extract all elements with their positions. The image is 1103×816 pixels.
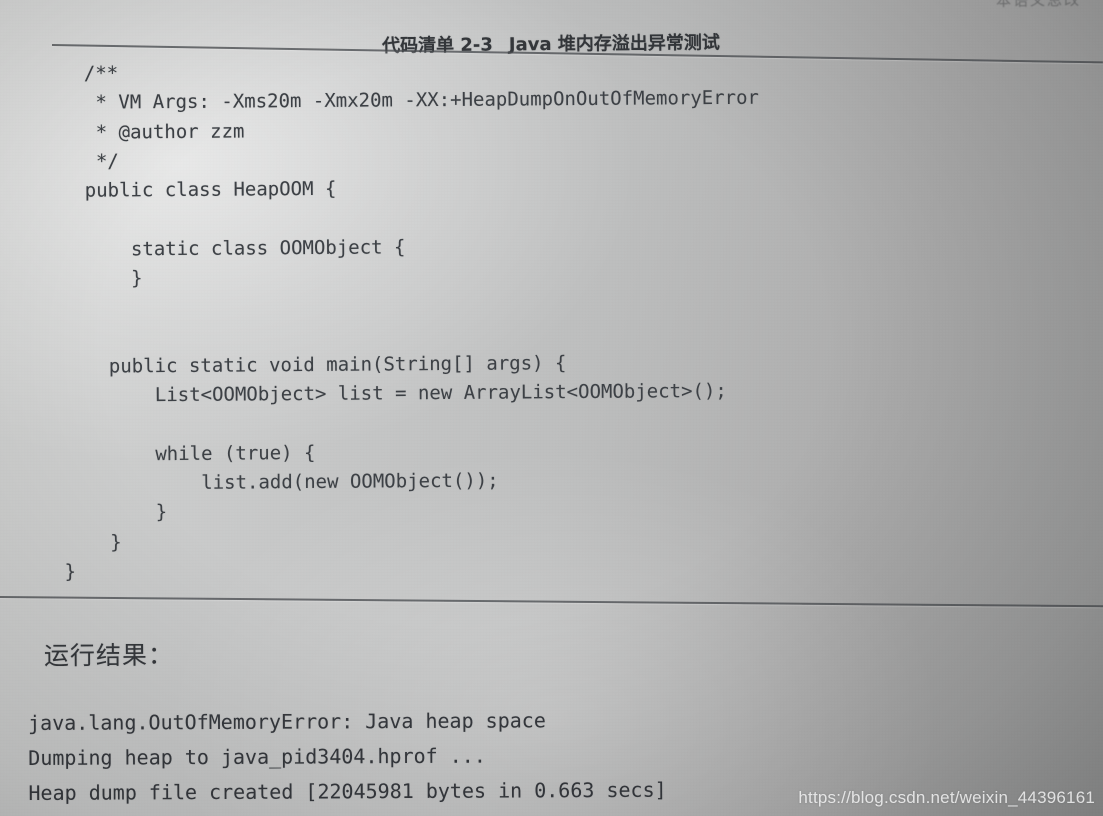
csdn-watermark: https://blog.csdn.net/weixin_44396161	[798, 788, 1095, 807]
result-section-heading: 运行结果：	[43, 640, 175, 671]
console-line: Dumping heap to java_pid3404.hprof ...	[28, 743, 486, 770]
listing-number: 代码清单 2-3	[381, 34, 493, 57]
console-line: java.lang.OutOfMemoryError: Java heap sp…	[28, 708, 546, 735]
book-page-photo: 本语义息改 代码清单 2-3Java 堆内存溢出异常测试 /** * VM Ar…	[0, 0, 1103, 816]
code-listing: /** * VM Args: -Xms20m -Xmx20m -XX:+Heap…	[38, 53, 1052, 588]
running-head-text: 本语义息改	[996, 0, 1081, 11]
